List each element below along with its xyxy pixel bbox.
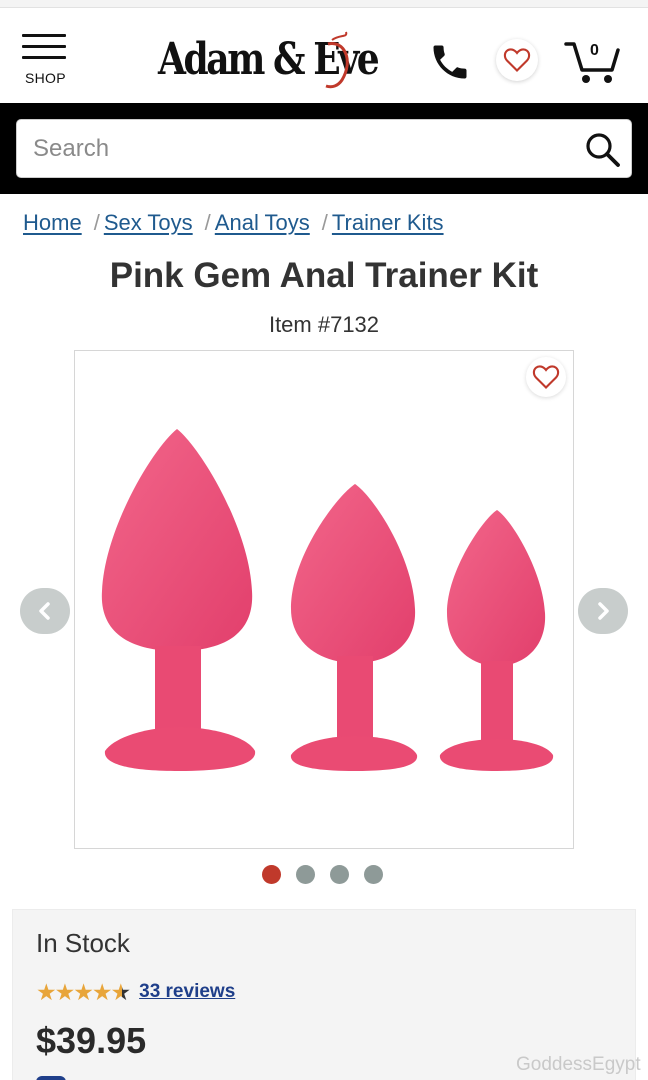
half-star-icon: ★ — [110, 978, 132, 1005]
star-icon: ★ — [73, 978, 94, 1005]
product-price: $39.95 — [36, 1020, 147, 1061]
brand-logo[interactable]: Adam & Eve — [158, 30, 380, 96]
breadcrumb: Home / Sex Toys / Anal Toys / Trainer Ki… — [23, 208, 444, 238]
product-title: Pink Gem Anal Trainer Kit — [109, 256, 539, 295]
gallery-dot-4[interactable] — [364, 865, 383, 884]
shop-label: SHOP — [25, 70, 66, 86]
gallery-dot-1[interactable] — [262, 865, 281, 884]
breadcrumb-trainer-kits[interactable]: Trainer Kits — [332, 210, 444, 236]
gallery-dot-2[interactable] — [296, 865, 315, 884]
breadcrumb-anal-toys[interactable]: Anal Toys — [215, 210, 310, 236]
cart-count: 0 — [590, 42, 599, 59]
chevron-left-icon — [39, 602, 50, 620]
chevron-right-icon — [598, 602, 609, 620]
search-icon — [586, 133, 620, 167]
wishlist-button[interactable] — [496, 39, 538, 81]
star-icon: ★ — [91, 978, 113, 1005]
star-rating: ★ ★ ★ ★ ★ — [36, 978, 132, 1005]
status-strip — [0, 0, 648, 8]
hamburger-icon-bar — [22, 45, 66, 48]
phone-button[interactable] — [428, 40, 472, 84]
product-image — [101, 429, 554, 771]
heart-icon — [532, 365, 560, 389]
breadcrumb-home[interactable]: Home — [23, 210, 82, 236]
cut-off-element — [36, 1076, 66, 1080]
gallery-dot-3[interactable] — [330, 865, 349, 884]
search-button[interactable] — [583, 130, 623, 170]
product-image-gallery[interactable] — [74, 350, 574, 849]
next-image-button[interactable] — [578, 588, 628, 634]
phone-icon — [433, 45, 467, 79]
previous-image-button[interactable] — [20, 588, 70, 634]
star-icon: ★ — [36, 978, 57, 1005]
site-header: SHOP Adam & Eve 0 — [0, 8, 648, 103]
item-number: Item #7132 — [268, 312, 380, 337]
search-box — [16, 119, 632, 178]
product-rating: ★ ★ ★ ★ ★ 33 reviews — [36, 978, 235, 1006]
apple-swirl-icon — [325, 31, 349, 89]
shop-menu-button[interactable]: SHOP — [22, 34, 70, 90]
star-icon: ★ — [54, 978, 76, 1005]
heart-icon — [503, 48, 531, 72]
search-input[interactable] — [33, 130, 573, 168]
breadcrumb-sex-toys[interactable]: Sex Toys — [104, 210, 193, 236]
hamburger-icon — [22, 34, 66, 37]
add-to-wishlist-button[interactable] — [526, 357, 566, 397]
reviews-link[interactable]: 33 reviews — [139, 981, 235, 1003]
cart-button[interactable]: 0 — [564, 38, 622, 86]
breadcrumb-separator: / — [93, 210, 100, 235]
breadcrumb-separator: / — [321, 210, 328, 235]
search-bar — [0, 103, 648, 194]
breadcrumb-separator: / — [204, 210, 211, 235]
stock-status: In Stock — [36, 928, 130, 958]
gallery-pagination — [262, 865, 383, 885]
hamburger-icon-bar — [22, 56, 66, 59]
watermark: GoddessEgypt — [516, 1054, 641, 1075]
